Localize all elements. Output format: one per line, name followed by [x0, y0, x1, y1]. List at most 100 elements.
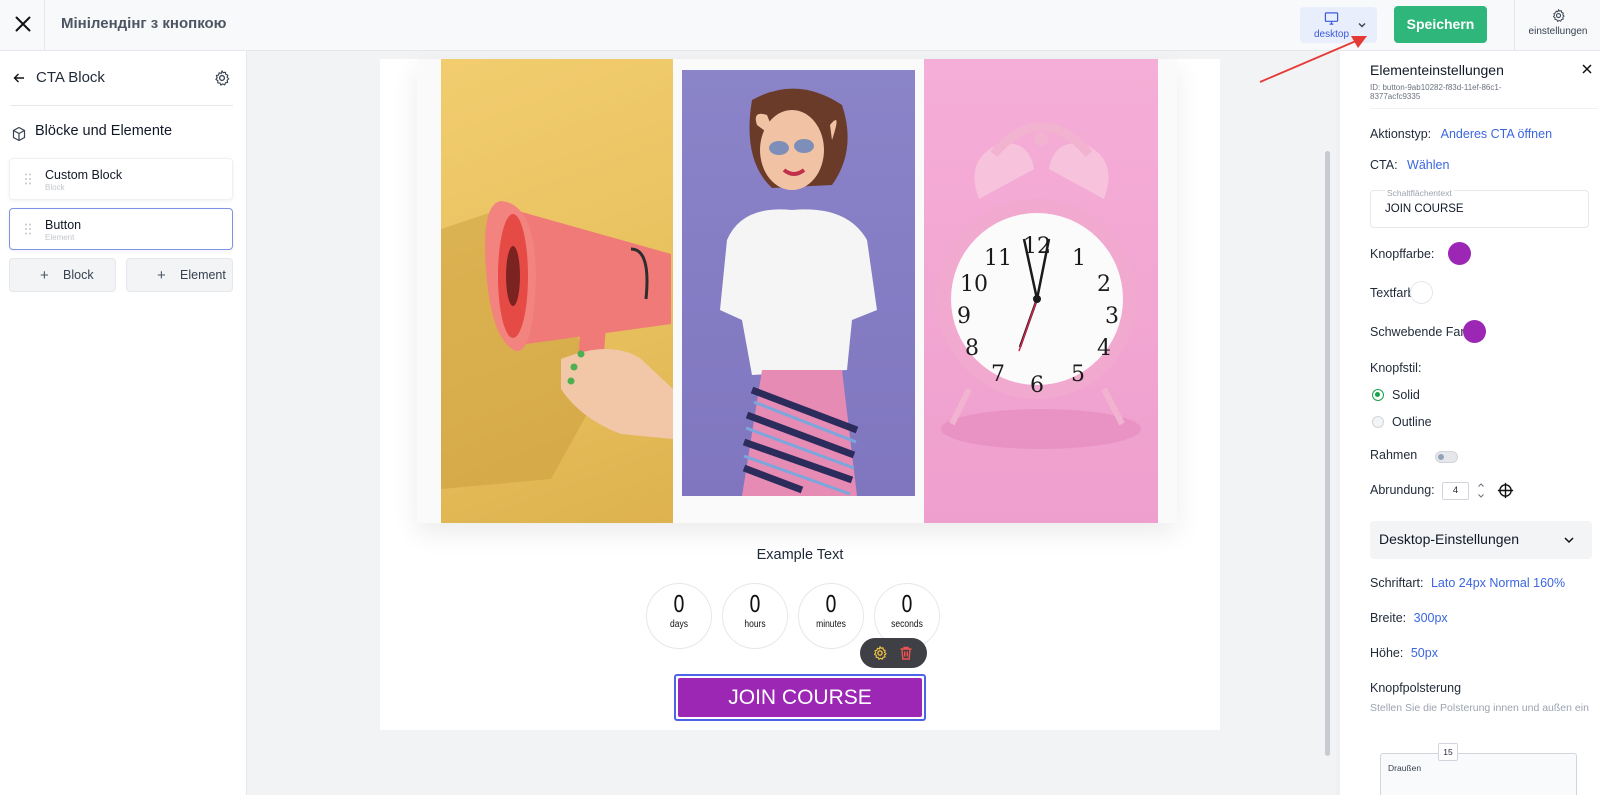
svg-text:7: 7	[991, 362, 1005, 387]
example-text[interactable]: Example Text	[380, 547, 1220, 563]
desktop-settings-accordion[interactable]: Desktop-Einstellungen	[1370, 521, 1592, 559]
editor-canvas: 12 1 2 345 678 9 10 11 Example Text 0 days 0…	[248, 51, 1336, 795]
canvas-scrollbar[interactable]	[1325, 151, 1330, 756]
chevron-up-icon[interactable]	[1477, 481, 1485, 489]
drag-handle-icon[interactable]	[25, 173, 31, 185]
style-outline-radio[interactable]	[1372, 416, 1384, 428]
device-select[interactable]: desktop	[1300, 7, 1377, 43]
chevron-down-icon	[1358, 23, 1366, 28]
cta-select-link[interactable]: Wählen	[1407, 158, 1449, 172]
button-color-swatch[interactable]	[1448, 242, 1471, 265]
left-sidebar: CTA Block Blöcke und Elemente Custom Blo…	[0, 51, 247, 795]
countdown-hours: 0 hours	[722, 583, 788, 649]
panel-scrollbar[interactable]	[1336, 51, 1340, 795]
font-link[interactable]: Lato 24px Normal 160%	[1431, 576, 1565, 590]
chevron-down-icon[interactable]	[1477, 492, 1485, 500]
item-type: Block	[45, 183, 65, 192]
font-row: Schriftart: Lato 24px Normal 160%	[1370, 576, 1566, 590]
hero-image[interactable]: 12 1 2 345 678 9 10 11	[417, 59, 1177, 523]
element-settings-panel: Elementeinstellungen ID: button-9ab10282…	[1336, 51, 1600, 795]
height-link[interactable]: 50px	[1411, 646, 1438, 660]
svg-text:4: 4	[1097, 336, 1111, 361]
close-icon[interactable]	[1581, 63, 1593, 75]
outside-top-input[interactable]: 15	[1438, 743, 1458, 761]
button-text-input[interactable]	[1385, 203, 1575, 215]
top-bar: Мінілендінг з кнопкою desktop Speichern …	[0, 0, 1600, 51]
padding-hint: Stellen Sie die Polsterung innen und auß…	[1370, 702, 1589, 714]
topbar-divider	[1514, 0, 1515, 51]
svg-text:1: 1	[1072, 246, 1086, 271]
item-type: Element	[45, 233, 75, 242]
hover-color-swatch[interactable]	[1463, 320, 1486, 343]
arrow-left-icon[interactable]	[12, 71, 26, 85]
rounding-input[interactable]: 4	[1442, 482, 1469, 500]
button-color-label: Knopffarbe:	[1370, 247, 1435, 261]
svg-text:3: 3	[1105, 304, 1119, 329]
join-course-button[interactable]: JOIN COURSE	[674, 674, 926, 721]
cta-row: CTA: Wählen	[1370, 158, 1450, 172]
trash-icon[interactable]	[898, 645, 914, 661]
text-color-swatch[interactable]	[1410, 281, 1433, 304]
gear-icon[interactable]	[872, 645, 888, 661]
close-icon[interactable]	[10, 11, 36, 37]
gear-icon	[1552, 9, 1565, 22]
action-type-link[interactable]: Anderes CTA öffnen	[1441, 127, 1552, 141]
element-toolbar	[860, 638, 927, 668]
plus-icon: +	[157, 267, 166, 284]
chevron-down-icon	[1564, 537, 1574, 544]
button-style-label: Knopfstil:	[1370, 361, 1422, 375]
border-label: Rahmen	[1370, 448, 1418, 462]
topbar-divider	[44, 0, 45, 51]
settings-button[interactable]: einstellungen	[1522, 8, 1594, 44]
sidebar-divider	[10, 105, 233, 106]
element-id: ID: button-9ab10282-f83d-11ef-86c1-8377a…	[1370, 83, 1502, 101]
add-block-button[interactable]: + Block	[9, 258, 116, 292]
panel-divider	[1370, 108, 1598, 109]
monitor-icon	[1324, 12, 1339, 25]
gear-icon[interactable]	[213, 69, 231, 87]
style-solid-label: Solid	[1392, 388, 1420, 402]
action-type-row: Aktionstyp: Anderes CTA öffnen	[1370, 127, 1553, 141]
svg-text:2: 2	[1097, 272, 1111, 297]
countdown-days: 0 days	[646, 583, 712, 649]
item-name: Custom Block	[45, 168, 123, 182]
settings-label: einstellungen	[1528, 26, 1588, 37]
sidebar-title: CTA Block	[36, 69, 105, 86]
plus-icon: +	[40, 267, 49, 284]
alarm-clock-image: 12 1 2 345 678 9 10 11	[924, 59, 1158, 523]
outside-label: Draußen	[1388, 763, 1422, 773]
add-element-button[interactable]: + Element	[126, 258, 233, 292]
panel-title: Elementeinstellungen	[1370, 62, 1504, 78]
device-label: desktop	[1314, 29, 1350, 40]
outside-spacing-box: Draußen	[1380, 753, 1577, 795]
page-title: Мінілендінг з кнопкою	[61, 15, 227, 32]
woman-image	[682, 70, 915, 496]
width-link[interactable]: 300px	[1414, 611, 1448, 625]
section-title: Blöcke und Elemente	[35, 123, 173, 139]
svg-text:10: 10	[960, 272, 988, 297]
field-label: Schaltflächentext	[1385, 188, 1454, 198]
svg-text:5: 5	[1071, 362, 1085, 387]
save-button[interactable]: Speichern	[1394, 6, 1487, 43]
height-row: Höhe: 50px	[1370, 646, 1438, 660]
crosshair-icon[interactable]	[1497, 482, 1514, 499]
drag-handle-icon[interactable]	[25, 223, 31, 235]
svg-text:11: 11	[984, 246, 1012, 271]
countdown-minutes: 0 minutes	[798, 583, 864, 649]
megaphone-image	[441, 59, 673, 523]
rounding-label: Abrundung:	[1370, 483, 1435, 497]
width-row: Breite: 300px	[1370, 611, 1448, 625]
style-outline-label: Outline	[1392, 415, 1432, 429]
page-preview: 12 1 2 345 678 9 10 11 Example Text 0 days 0…	[380, 59, 1220, 730]
svg-text:8: 8	[965, 336, 979, 361]
padding-label: Knopfpolsterung	[1370, 681, 1462, 695]
svg-text:6: 6	[1030, 373, 1044, 398]
item-name: Button	[45, 218, 82, 232]
blocks-icon	[12, 126, 26, 142]
button-text-field[interactable]: Schaltflächentext	[1370, 188, 1589, 228]
style-solid-radio[interactable]	[1372, 389, 1384, 401]
border-toggle[interactable]	[1435, 451, 1458, 463]
sidebar-item-custom-block[interactable]: Custom Block Block	[9, 158, 233, 200]
sidebar-item-button[interactable]: Button Element	[9, 208, 233, 250]
svg-text:9: 9	[957, 304, 971, 329]
